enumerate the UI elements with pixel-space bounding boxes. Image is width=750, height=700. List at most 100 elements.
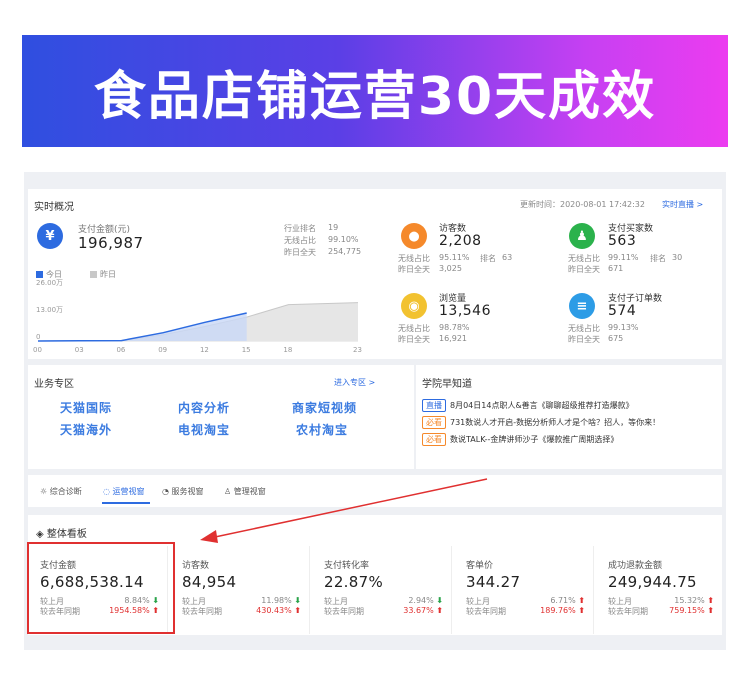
footprint-icon: ● (401, 223, 427, 249)
buyers-value: 563 (608, 233, 637, 249)
visitors-rank-value: 63 (502, 253, 513, 262)
card-yoy-value: 33.67% ⬆ (403, 606, 443, 615)
card-yoy-label: 较去年同期 (182, 607, 222, 616)
card-value: 22.87% (324, 573, 383, 591)
tab-label: 管理视窗 (233, 487, 266, 496)
x-tick-label: 15 (242, 346, 251, 354)
tab-operation-view[interactable]: ◌ 运营视窗 (103, 486, 145, 497)
enter-zone-link[interactable]: 进入专区 > (334, 377, 375, 388)
card-value: 84,954 (182, 573, 237, 591)
legend-yesterday-label: 昨日 (100, 270, 116, 279)
realtime-panel: 实时概况 更新时间：2020-08-01 17:42:32 实时直播 > ¥ 支… (28, 189, 722, 359)
buyers-rank-value: 30 (672, 253, 683, 262)
metric-card-unit-price[interactable]: 客单价 344.27 较上月 较去年同期 6.71% ⬆ 189.76% ⬆ (456, 546, 594, 634)
down-arrow-icon: ⬇ (294, 596, 301, 605)
biz-item-tmall-overseas[interactable]: 天猫海外 (60, 421, 112, 438)
buyers-rank-label: 排名 (650, 254, 666, 263)
banner-title: 食品店铺运营30天成效 (93, 66, 657, 127)
news-text: 8月04日14点职人&善言《聊聊超级推荐打造爆款》 (450, 401, 634, 410)
yesterday-label: 昨日全天 (284, 248, 316, 257)
dashboard-screenshot: 实时概况 更新时间：2020-08-01 17:42:32 实时直播 > ¥ 支… (24, 172, 726, 650)
pageviews-yesterday-label: 昨日全天 (398, 335, 430, 344)
card-label: 客单价 (466, 561, 494, 571)
visitors-wireless-label: 无线占比 (398, 254, 430, 263)
card-label: 访客数 (182, 561, 210, 571)
academy-panel: 学院早知道 直播 8月04日14点职人&善言《聊聊超级推荐打造爆款》 必看 731数… (416, 365, 722, 469)
x-tick-label: 12 (200, 346, 209, 354)
card-mom-value: 15.32% ⬆ (674, 596, 714, 605)
card-mom-value: 11.98% ⬇ (261, 596, 301, 605)
biz-item-content-analysis[interactable]: 内容分析 (178, 399, 230, 416)
news-item[interactable]: 必看 数说TALK--金牌讲师沙子《爆款推广周期选择》 (422, 433, 618, 446)
pay-value: 196,987 (78, 234, 144, 252)
buyers-wireless-label: 无线占比 (568, 254, 600, 263)
card-yoy-value: 430.43% ⬆ (256, 606, 301, 615)
tab-bar: ☼ 综合诊断 ◌ 运营视窗 ◔ 服务视窗 ♙ 管理视窗 (28, 475, 722, 507)
active-tab-underline (102, 502, 150, 504)
rank-label: 行业排名 (284, 224, 316, 233)
up-arrow-icon: ⬆ (578, 606, 585, 615)
y-tick-label: 26.00万 (36, 279, 63, 287)
tab-service-view[interactable]: ◔ 服务视窗 (162, 486, 204, 497)
metric-card-visitors[interactable]: 访客数 84,954 较上月 较去年同期 11.98% ⬇ 430.43% ⬆ (172, 546, 310, 634)
card-yoy-label: 较去年同期 (608, 607, 648, 616)
wireless-label: 无线占比 (284, 236, 316, 245)
card-label: 成功退款金额 (608, 561, 663, 571)
card-label: 支付转化率 (324, 561, 370, 571)
x-tick-label: 06 (116, 346, 125, 354)
biz-item-rural-taobao[interactable]: 农村淘宝 (296, 421, 348, 438)
legend-yesterday-swatch (90, 271, 97, 278)
biz-item-short-video[interactable]: 商家短视频 (292, 399, 357, 416)
pageviews-yesterday-value: 16,921 (439, 334, 467, 343)
orders-wireless-value: 99.13% (608, 323, 639, 332)
visitors-yesterday-value: 3,025 (439, 264, 462, 273)
up-arrow-icon: ⬆ (578, 596, 585, 605)
up-arrow-icon: ⬆ (436, 606, 443, 615)
tab-management-view[interactable]: ♙ 管理视窗 (224, 486, 266, 497)
x-tick-label: 23 (353, 346, 362, 354)
pageviews-wireless-label: 无线占比 (398, 324, 430, 333)
card-value: 344.27 (466, 573, 521, 591)
buyers-yesterday-value: 671 (608, 264, 624, 273)
orders-yesterday-label: 昨日全天 (568, 335, 600, 344)
pageviews-wireless-value: 98.78% (439, 323, 470, 332)
orders-wireless-label: 无线占比 (568, 324, 600, 333)
y-tick-label: 0 (36, 333, 40, 341)
rank-value: 19 (328, 223, 339, 232)
news-text: 731数说人才开启-数据分析师人才是个啥？招人，等你来！ (450, 418, 661, 427)
wireless-value: 99.10% (328, 235, 359, 244)
visitors-rank-label: 排名 (480, 254, 496, 263)
card-yoy-value: 759.15% ⬆ (669, 606, 714, 615)
down-arrow-icon: ⬇ (436, 596, 443, 605)
news-item[interactable]: 直播 8月04日14点职人&善言《聊聊超级推荐打造爆款》 (422, 399, 634, 412)
live-link[interactable]: 实时直播 > (662, 199, 703, 210)
pageviews-value: 13,546 (439, 303, 491, 319)
biz-item-tmall-global[interactable]: 天猫国际 (60, 399, 112, 416)
visitors-wireless-value: 95.11% (439, 253, 470, 262)
card-yoy-label: 较去年同期 (466, 607, 506, 616)
metric-card-refund[interactable]: 成功退款金额 249,944.75 较上月 较去年同期 15.32% ⬆ 759… (598, 546, 722, 634)
metric-card-conversion[interactable]: 支付转化率 22.87% 较上月 较去年同期 2.94% ⬇ 33.67% ⬆ (314, 546, 452, 634)
highlight-box (27, 542, 175, 634)
visitors-yesterday-label: 昨日全天 (398, 265, 430, 274)
yen-icon: ¥ (37, 223, 63, 249)
up-arrow-icon: ⬆ (707, 606, 714, 615)
visitors-value: 2,208 (439, 233, 482, 249)
news-tag-must-see: 必看 (422, 416, 446, 429)
card-mom-value: 6.71% ⬆ (550, 596, 585, 605)
news-text: 数说TALK--金牌讲师沙子《爆款推广周期选择》 (450, 435, 619, 444)
orders-value: 574 (608, 303, 637, 319)
card-yoy-value: 189.76% ⬆ (540, 606, 585, 615)
tab-overall-diagnosis[interactable]: ☼ 综合诊断 (40, 486, 82, 497)
news-item[interactable]: 必看 731数说人才开启-数据分析师人才是个啥？招人，等你来！ (422, 416, 660, 429)
buyers-yesterday-label: 昨日全天 (568, 265, 600, 274)
orders-yesterday-value: 675 (608, 334, 624, 343)
biz-item-tv-taobao[interactable]: 电视淘宝 (178, 421, 230, 438)
business-title: 业务专区 (34, 379, 74, 390)
academy-title: 学院早知道 (422, 379, 472, 390)
eye-icon: ◉ (401, 293, 427, 319)
up-arrow-icon: ⬆ (707, 596, 714, 605)
legend-today-label: 今日 (46, 270, 62, 279)
board-header: ◈ 整体看板 (36, 529, 87, 540)
news-tag-live: 直播 (422, 399, 446, 412)
